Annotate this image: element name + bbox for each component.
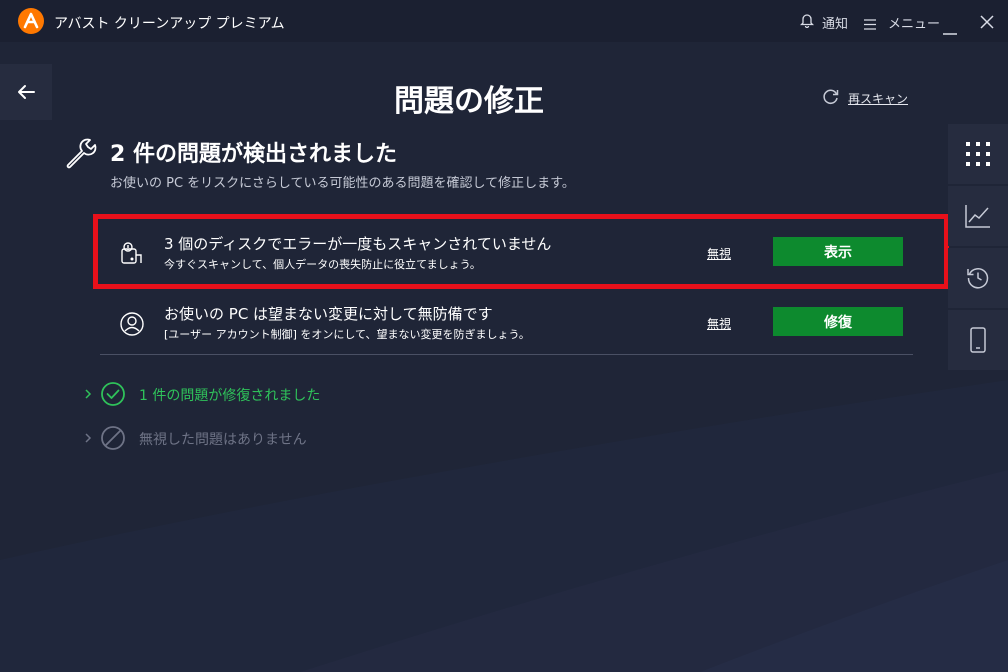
rescan-label[interactable]: 再スキャン xyxy=(848,90,908,107)
chevron-right-icon xyxy=(84,387,92,403)
bell-icon[interactable] xyxy=(799,12,815,32)
performance-chart-button[interactable] xyxy=(948,186,1008,246)
hamburger-icon[interactable] xyxy=(864,15,876,34)
title-bar: アバスト クリーンアップ プレミアム 通知 メニュー xyxy=(0,0,1008,42)
wrench-icon xyxy=(66,138,97,169)
close-icon[interactable] xyxy=(980,14,994,33)
app-title: アバスト クリーンアップ プレミアム xyxy=(54,16,285,32)
issue-title: お使いの PC は望まない変更に対して無防備です xyxy=(164,305,493,323)
divider xyxy=(100,354,913,355)
ignore-link[interactable]: 無視 xyxy=(707,315,731,332)
chart-icon xyxy=(965,205,990,228)
history-icon xyxy=(967,268,989,289)
highlight-box xyxy=(93,214,949,289)
rescan-button[interactable]: 再スキャン xyxy=(822,88,908,110)
refresh-icon xyxy=(823,89,839,104)
issue-description: [ユーザー アカウント制御] をオンにして、望まない変更を防ぎましょう。 xyxy=(164,328,530,341)
issues-found-heading: 2 件の問題が検出されました xyxy=(110,142,397,167)
minimize-icon[interactable] xyxy=(943,20,957,39)
mobile-icon xyxy=(970,327,986,353)
notifications-button[interactable]: 通知 xyxy=(822,13,848,32)
history-button[interactable] xyxy=(948,248,1008,308)
page-title: 問題の修正 xyxy=(394,84,544,119)
prohibited-icon xyxy=(100,425,126,455)
apps-grid-button[interactable] xyxy=(948,124,1008,184)
fix-button[interactable]: 修復 xyxy=(773,307,903,336)
issues-found-subheading: お使いの PC をリスクにさらしている可能性のある問題を確認して修正します。 xyxy=(110,176,575,191)
check-circle-icon xyxy=(100,381,126,411)
user-shield-icon xyxy=(119,311,145,341)
avast-logo-icon xyxy=(18,8,44,34)
mobile-button[interactable] xyxy=(948,310,1008,370)
issue-row-uac: お使いの PC は望まない変更に対して無防備です [ユーザー アカウント制御] … xyxy=(100,291,912,359)
chevron-right-icon xyxy=(84,431,92,447)
apps-grid-icon xyxy=(966,142,990,166)
ignored-issues-label: 無視した問題はありません xyxy=(139,432,307,448)
fixed-issues-label: 1 件の問題が修復されました xyxy=(139,388,321,404)
menu-button[interactable]: メニュー xyxy=(888,13,940,32)
